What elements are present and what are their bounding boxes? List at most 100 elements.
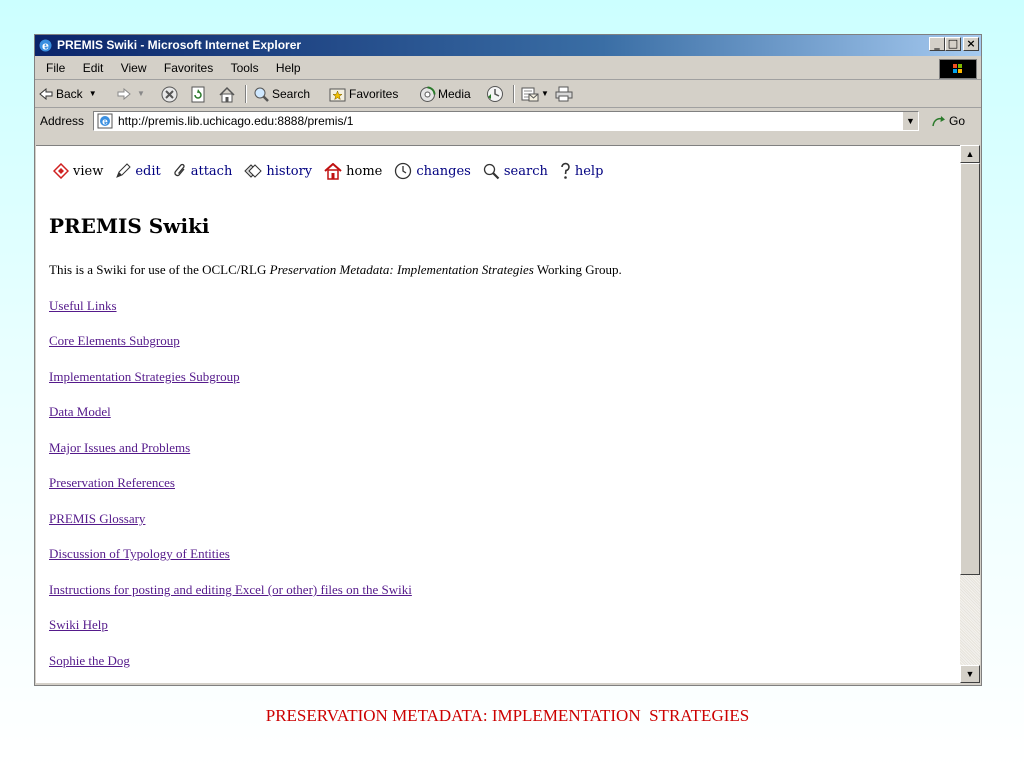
back-dropdown-icon[interactable]: ▼ bbox=[89, 81, 97, 107]
swiki-nav: view edit attach history home changes se… bbox=[53, 162, 603, 180]
address-url: http://premis.lib.uchicago.edu:8888/prem… bbox=[118, 114, 354, 128]
history-icon bbox=[244, 164, 263, 178]
forward-dropdown-icon[interactable]: ▼ bbox=[137, 81, 145, 107]
scroll-up-icon[interactable]: ▲ bbox=[960, 145, 980, 163]
nav-search[interactable]: search bbox=[483, 163, 548, 180]
stop-icon bbox=[161, 86, 178, 102]
forward-button[interactable]: ▼ bbox=[117, 81, 145, 107]
print-toolbar-button[interactable] bbox=[555, 81, 573, 107]
link-implementation-strategies-subgroup[interactable]: Implementation Strategies Subgroup bbox=[49, 369, 240, 385]
link-data-model[interactable]: Data Model bbox=[49, 404, 111, 420]
link-major-issues[interactable]: Major Issues and Problems bbox=[49, 440, 190, 456]
clock-icon bbox=[395, 162, 412, 180]
nav-help-label: help bbox=[574, 163, 604, 179]
window-title: PREMIS Swiki - Microsoft Internet Explor… bbox=[57, 38, 302, 52]
title-bar[interactable]: e PREMIS Swiki - Microsoft Internet Expl… bbox=[35, 35, 981, 56]
favorites-toolbar-button[interactable]: Favorites bbox=[329, 81, 398, 107]
back-arrow-icon bbox=[39, 88, 53, 100]
scroll-down-icon[interactable]: ▼ bbox=[960, 665, 980, 683]
edit-icon bbox=[116, 163, 132, 178]
nav-edit[interactable]: edit bbox=[115, 163, 161, 179]
browser-window: e PREMIS Swiki - Microsoft Internet Expl… bbox=[34, 34, 982, 686]
svg-text:e: e bbox=[42, 40, 49, 53]
link-core-elements-subgroup[interactable]: Core Elements Subgroup bbox=[49, 333, 180, 349]
windows-logo-icon bbox=[939, 59, 977, 79]
page-title: PREMIS Swiki bbox=[49, 214, 210, 238]
home-toolbar-button[interactable] bbox=[218, 81, 236, 107]
nav-search-label: search bbox=[503, 163, 548, 179]
minimize-button[interactable]: _ bbox=[929, 37, 945, 51]
media-toolbar-button[interactable]: Media bbox=[419, 81, 471, 107]
go-arrow-icon bbox=[932, 116, 945, 127]
menu-file[interactable]: File bbox=[39, 57, 72, 79]
link-typology-discussion[interactable]: Discussion of Typology of Entities bbox=[49, 546, 230, 562]
menu-bar: File Edit View Favorites Tools Help bbox=[35, 57, 981, 80]
menu-tools[interactable]: Tools bbox=[224, 57, 266, 79]
mail-toolbar-button[interactable]: ▼ bbox=[521, 81, 549, 107]
link-premis-glossary[interactable]: PREMIS Glossary bbox=[49, 511, 145, 527]
nav-history[interactable]: history bbox=[244, 164, 312, 179]
ie-page-icon: e bbox=[97, 113, 113, 129]
favorites-label: Favorites bbox=[349, 87, 399, 101]
search-globe-icon bbox=[254, 87, 269, 102]
magnifier-icon bbox=[483, 163, 500, 179]
back-label: Back bbox=[56, 87, 83, 101]
intro-after: Working Group. bbox=[533, 262, 622, 277]
nav-changes[interactable]: changes bbox=[394, 162, 471, 180]
media-label: Media bbox=[438, 87, 471, 101]
link-swiki-help[interactable]: Swiki Help bbox=[49, 617, 108, 633]
link-useful-links[interactable]: Useful Links bbox=[49, 298, 117, 314]
link-sophie-the-dog[interactable]: Sophie the Dog bbox=[49, 653, 130, 669]
address-dropdown-icon[interactable]: ▼ bbox=[902, 112, 918, 130]
mail-dropdown-icon[interactable]: ▼ bbox=[541, 81, 549, 107]
search-toolbar-button[interactable]: Search bbox=[253, 81, 310, 107]
address-label: Address bbox=[40, 114, 85, 128]
scroll-thumb[interactable] bbox=[960, 163, 980, 575]
intro-text: This is a Swiki for use of the OCLC/RLG … bbox=[49, 262, 622, 278]
address-field[interactable]: e http://premis.lib.uchicago.edu:8888/pr… bbox=[93, 111, 919, 131]
go-button[interactable]: Go bbox=[931, 109, 965, 133]
nav-help[interactable]: help bbox=[560, 162, 604, 180]
media-icon bbox=[420, 86, 436, 102]
nav-home[interactable]: home bbox=[324, 162, 383, 180]
link-excel-instructions[interactable]: Instructions for posting and editing Exc… bbox=[49, 582, 412, 598]
history-clock-icon bbox=[487, 86, 503, 102]
close-button[interactable]: × bbox=[963, 37, 979, 51]
house-icon bbox=[219, 86, 235, 102]
refresh-icon bbox=[191, 86, 205, 102]
home-icon bbox=[324, 162, 342, 180]
nav-view-label: view bbox=[73, 163, 104, 179]
nav-attach[interactable]: attach bbox=[173, 163, 233, 179]
menu-view[interactable]: View bbox=[114, 57, 154, 79]
nav-history-label: history bbox=[266, 163, 313, 179]
page-content: view edit attach history home changes se… bbox=[36, 145, 960, 683]
history-toolbar-button[interactable] bbox=[486, 81, 504, 107]
attach-icon bbox=[174, 163, 185, 177]
favorites-folder-icon bbox=[329, 88, 346, 101]
back-button[interactable]: Back ▼ bbox=[39, 81, 97, 107]
refresh-button[interactable] bbox=[190, 81, 206, 107]
slide-footer: PRESERVATION METADATA: IMPLEMENTATION ST… bbox=[265, 706, 750, 725]
nav-home-label: home bbox=[346, 163, 383, 179]
intro-before: This is a Swiki for use of the OCLC/RLG bbox=[49, 262, 270, 277]
svg-text:e: e bbox=[102, 118, 108, 128]
vertical-scrollbar[interactable]: ▲ ▼ bbox=[960, 145, 980, 683]
maximize-button[interactable]: □ bbox=[945, 37, 961, 51]
question-icon bbox=[561, 162, 570, 179]
nav-view[interactable]: view bbox=[53, 163, 103, 179]
search-label: Search bbox=[272, 87, 311, 101]
forward-arrow-icon bbox=[117, 88, 131, 100]
mail-icon bbox=[521, 87, 539, 102]
stop-button[interactable] bbox=[161, 81, 178, 107]
link-preservation-references[interactable]: Preservation References bbox=[49, 475, 175, 491]
nav-edit-label: edit bbox=[135, 163, 161, 179]
nav-changes-label: changes bbox=[416, 163, 471, 179]
menu-favorites[interactable]: Favorites bbox=[157, 57, 220, 79]
menu-help[interactable]: Help bbox=[269, 57, 308, 79]
view-icon bbox=[53, 163, 69, 179]
menu-edit[interactable]: Edit bbox=[76, 57, 111, 79]
nav-attach-label: attach bbox=[190, 163, 233, 179]
go-label: Go bbox=[949, 114, 966, 128]
standard-toolbar: Back ▼ ▼ Search Favorites Media ▼ bbox=[35, 81, 981, 108]
intro-italic: Preservation Metadata: Implementation St… bbox=[269, 262, 534, 277]
